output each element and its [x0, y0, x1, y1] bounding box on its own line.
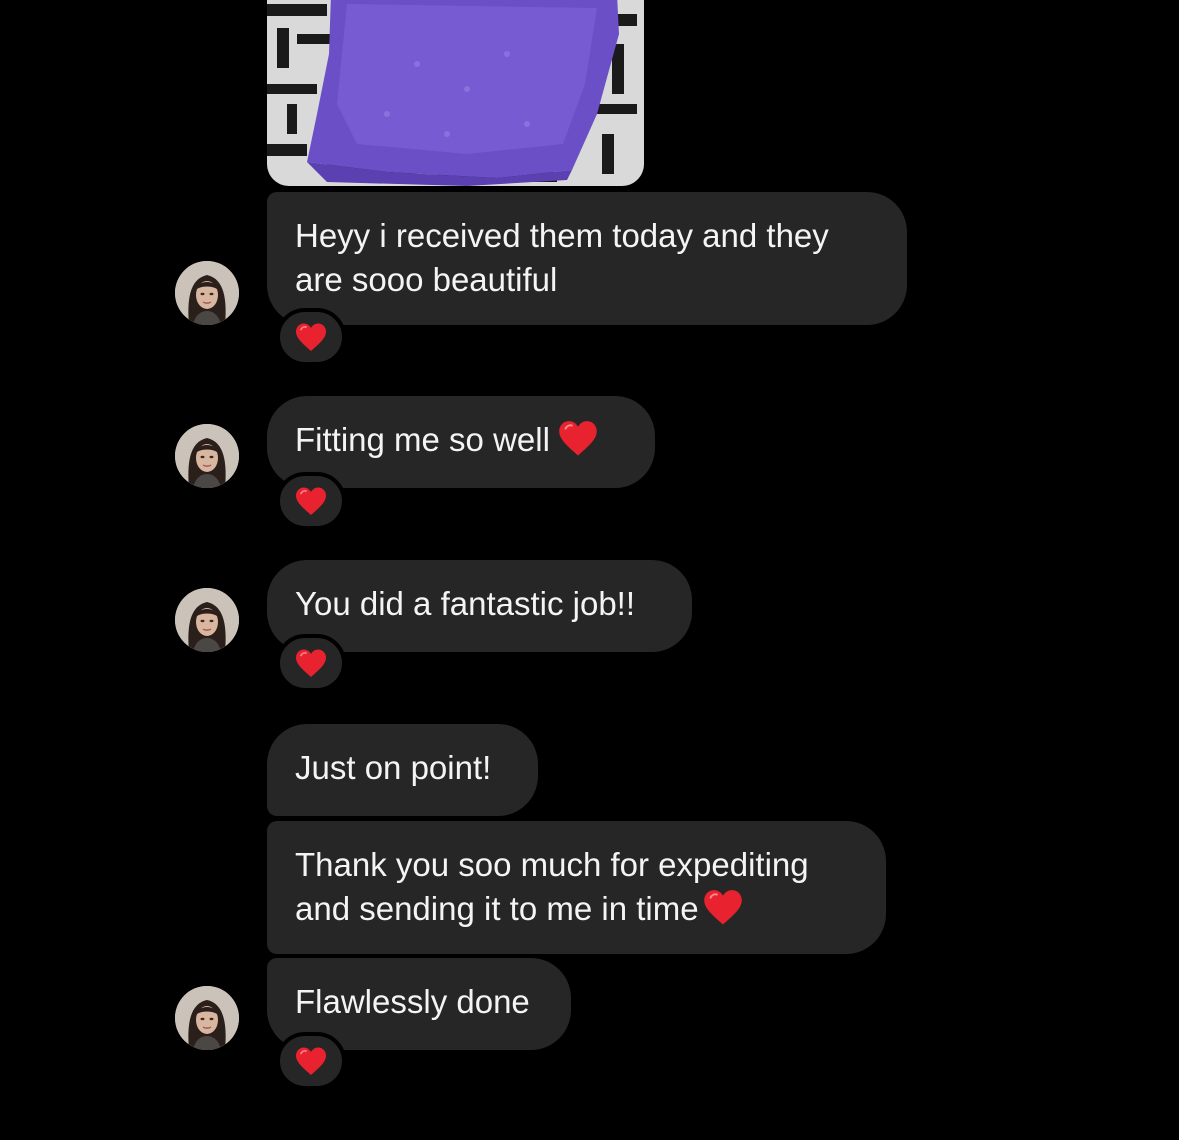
profile-picture-icon	[175, 261, 239, 325]
red-heart-icon	[295, 648, 327, 678]
fabric-photo-image	[267, 0, 644, 186]
red-heart-emoji-icon	[558, 419, 598, 457]
sender-avatar[interactable]	[175, 261, 239, 325]
message-bubble[interactable]: Just on point!	[267, 724, 538, 816]
message-text: You did a fantastic job!!	[295, 585, 636, 622]
shared-photo[interactable]	[267, 0, 644, 186]
message-text: Fitting me so well	[295, 421, 550, 458]
heart-reaction[interactable]	[276, 1032, 346, 1090]
message-text-line: and sending it to me in time	[295, 890, 699, 927]
message-text-line: are sooo beautiful	[295, 261, 558, 298]
message-text: Just on point!	[295, 749, 492, 786]
message-text-line: Heyy i received them today and they	[295, 217, 829, 254]
message-text: Flawlessly done	[295, 983, 530, 1020]
red-heart-emoji-icon	[703, 888, 743, 926]
sender-avatar[interactable]	[175, 986, 239, 1050]
red-heart-icon	[295, 486, 327, 516]
red-heart-icon	[295, 322, 327, 352]
heart-reaction[interactable]	[276, 472, 346, 530]
heart-reaction[interactable]	[276, 634, 346, 692]
message-text-line: Thank you soo much for expediting	[295, 846, 809, 883]
sender-avatar[interactable]	[175, 424, 239, 488]
message-bubble[interactable]: Heyy i received them today and they are …	[267, 192, 907, 325]
heart-reaction[interactable]	[276, 308, 346, 366]
message-bubble[interactable]: Thank you soo much for expediting and se…	[267, 821, 886, 954]
sender-avatar[interactable]	[175, 588, 239, 652]
profile-picture-icon	[175, 424, 239, 488]
red-heart-icon	[295, 1046, 327, 1076]
profile-picture-icon	[175, 588, 239, 652]
profile-picture-icon	[175, 986, 239, 1050]
